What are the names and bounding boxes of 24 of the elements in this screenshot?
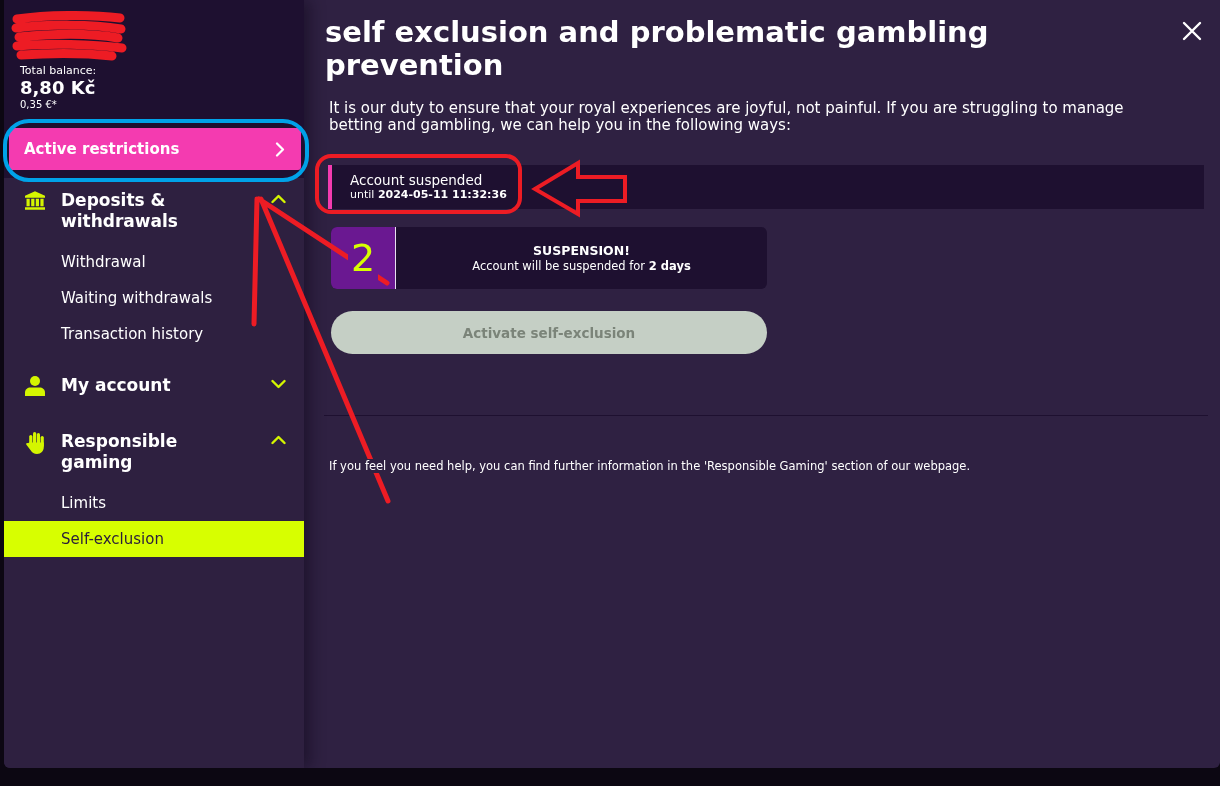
status-title: Account suspended bbox=[350, 172, 483, 188]
footer-note: If you feel you need help, you can find further information in the 'Responsible Gaming' section of our webpage. bbox=[329, 459, 971, 473]
menu-link[interactable]: Self-exclusion bbox=[4, 521, 304, 557]
bank-icon bbox=[25, 191, 45, 210]
page-title: self exclusion and problematic gambling prevention bbox=[324, 16, 990, 82]
card-heading: SUSPENSION! bbox=[533, 242, 630, 259]
menu-link[interactable]: Withdrawal bbox=[4, 244, 304, 280]
section-toggle[interactable]: Deposits & withdrawals bbox=[4, 180, 304, 244]
close-icon bbox=[1182, 21, 1202, 41]
person-icon bbox=[25, 376, 45, 396]
chevron-right-icon bbox=[275, 141, 285, 157]
intro-text: It is our duty to ensure that your royal experiences are joyful, not painful. If you are struggling to manage betting and gambling, we can help you in the following ways: bbox=[329, 100, 1125, 134]
hand-icon bbox=[26, 432, 44, 454]
balance-secondary: 0,35 €* bbox=[20, 98, 57, 112]
close-button[interactable] bbox=[1182, 21, 1202, 41]
card-text: Account will be suspended for 2 days bbox=[472, 259, 691, 274]
section-toggle[interactable]: My account bbox=[4, 365, 304, 408]
menu-link[interactable]: Waiting withdrawals bbox=[4, 280, 304, 316]
balance-amount: 8,80 Kč bbox=[20, 78, 96, 98]
status-detail: until 2024-05-11 11:32:36 bbox=[350, 188, 507, 202]
menu-link[interactable]: Transaction history bbox=[4, 316, 304, 352]
section-toggle[interactable]: Responsible gaming bbox=[4, 421, 304, 485]
menu-link[interactable]: Limits bbox=[4, 485, 304, 521]
balance-label: Total balance: bbox=[20, 64, 97, 78]
